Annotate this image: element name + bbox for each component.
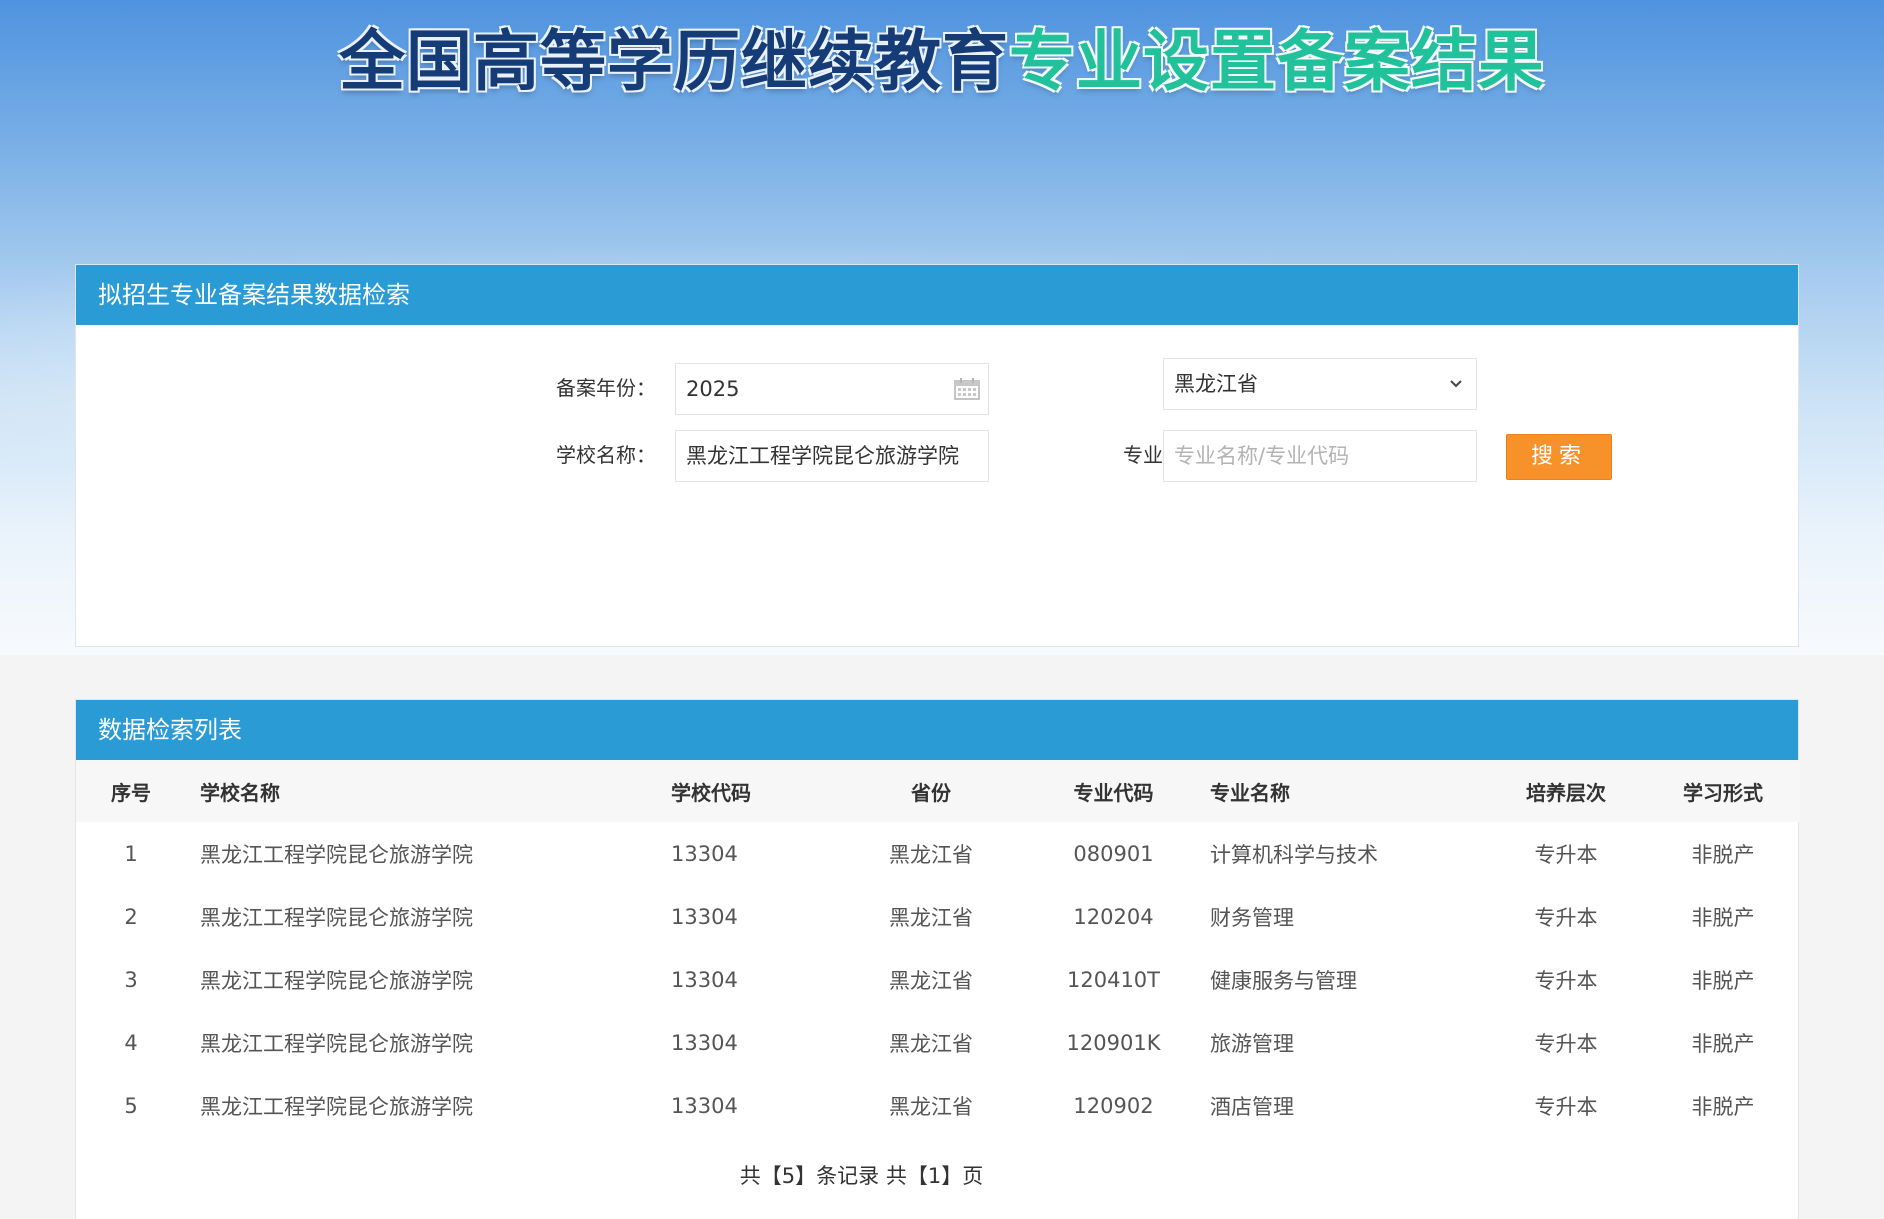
column-header-school-code: 学校代码 bbox=[641, 760, 821, 822]
cell-study-mode: 非脱产 bbox=[1691, 905, 1755, 930]
cell-province: 黑龙江省 bbox=[889, 842, 973, 867]
results-panel-title: 数据检索列表 bbox=[76, 700, 1798, 760]
cell-major-code: 120410T bbox=[1067, 967, 1160, 992]
cell-school: 黑龙江工程学院昆仑旅游学院 bbox=[200, 968, 473, 993]
table-row: 5 黑龙江工程学院昆仑旅游学院 13304 黑龙江省 120902 酒店管理 专… bbox=[76, 1074, 1800, 1137]
cell-major: 财务管理 bbox=[1210, 905, 1294, 930]
cell-index: 1 bbox=[124, 841, 138, 866]
cell-province: 黑龙江省 bbox=[889, 1094, 973, 1119]
page-title-part2: 专业设置备案结果 bbox=[1009, 23, 1545, 100]
cell-level: 专升本 bbox=[1534, 968, 1598, 993]
results-panel: 数据检索列表 序号 学校名称 学校代码 省份 专业代码 专业名称 培养层次 学习… bbox=[75, 699, 1800, 1219]
cell-level: 专升本 bbox=[1534, 905, 1598, 930]
table-header-row: 序号 学校名称 学校代码 省份 专业代码 专业名称 培养层次 学习形式 bbox=[76, 760, 1800, 822]
table-row: 1 黑龙江工程学院昆仑旅游学院 13304 黑龙江省 080901 计算机科学与… bbox=[76, 822, 1800, 885]
search-button[interactable]: 搜索 bbox=[1506, 434, 1612, 480]
column-header-major: 专业名称 bbox=[1186, 760, 1486, 822]
search-panel-title: 拟招生专业备案结果数据检索 bbox=[76, 265, 1798, 325]
year-label: 备案年份： bbox=[556, 376, 656, 400]
cell-study-mode: 非脱产 bbox=[1691, 1031, 1755, 1056]
cell-province: 黑龙江省 bbox=[889, 905, 973, 930]
column-header-study-mode: 学习形式 bbox=[1646, 760, 1800, 822]
cell-major: 旅游管理 bbox=[1210, 1031, 1294, 1056]
year-value: 2025 bbox=[686, 377, 740, 401]
page-title-part1: 全国高等学历继续教育 bbox=[339, 23, 1009, 100]
cell-study-mode: 非脱产 bbox=[1691, 1094, 1755, 1119]
cell-major: 酒店管理 bbox=[1210, 1094, 1294, 1119]
cell-major-code: 120204 bbox=[1073, 904, 1154, 929]
calendar-icon[interactable] bbox=[954, 378, 980, 400]
cell-index: 5 bbox=[124, 1093, 138, 1118]
cell-school: 黑龙江工程学院昆仑旅游学院 bbox=[200, 1094, 473, 1119]
cell-school-code: 13304 bbox=[671, 841, 738, 866]
results-table: 序号 学校名称 学校代码 省份 专业代码 专业名称 培养层次 学习形式 1 黑龙… bbox=[76, 760, 1800, 1137]
cell-major: 健康服务与管理 bbox=[1210, 968, 1357, 993]
column-header-major-code: 专业代码 bbox=[1041, 760, 1186, 822]
search-panel: 拟招生专业备案结果数据检索 备案年份： 2025 省份： 黑龙江省 学校名称： … bbox=[75, 264, 1799, 647]
cell-level: 专升本 bbox=[1534, 842, 1598, 867]
table-row: 3 黑龙江工程学院昆仑旅游学院 13304 黑龙江省 120410T 健康服务与… bbox=[76, 948, 1800, 1011]
cell-major-code: 120902 bbox=[1073, 1093, 1154, 1118]
table-row: 4 黑龙江工程学院昆仑旅游学院 13304 黑龙江省 120901K 旅游管理 … bbox=[76, 1011, 1800, 1074]
column-header-index: 序号 bbox=[76, 760, 186, 822]
page-title: 全国高等学历继续教育专业设置备案结果 bbox=[0, 20, 1884, 104]
cell-study-mode: 非脱产 bbox=[1691, 968, 1755, 993]
major-input[interactable] bbox=[1163, 430, 1477, 482]
column-header-level: 培养层次 bbox=[1486, 760, 1646, 822]
cell-study-mode: 非脱产 bbox=[1691, 842, 1755, 867]
cell-major: 计算机科学与技术 bbox=[1210, 842, 1378, 867]
cell-major-code: 120901K bbox=[1066, 1030, 1161, 1055]
chevron-down-icon bbox=[1450, 380, 1462, 388]
cell-level: 专升本 bbox=[1534, 1031, 1598, 1056]
school-input[interactable]: 黑龙江工程学院昆仑旅游学院 bbox=[675, 430, 989, 482]
cell-province: 黑龙江省 bbox=[889, 968, 973, 993]
school-label: 学校名称： bbox=[556, 443, 656, 467]
cell-index: 4 bbox=[124, 1030, 138, 1055]
cell-index: 3 bbox=[124, 967, 138, 992]
cell-level: 专升本 bbox=[1534, 1094, 1598, 1119]
cell-school-code: 13304 bbox=[671, 1030, 738, 1055]
column-header-province: 省份 bbox=[821, 760, 1041, 822]
province-value: 黑龙江省 bbox=[1174, 372, 1258, 396]
province-select[interactable]: 黑龙江省 bbox=[1163, 358, 1477, 410]
cell-school-code: 13304 bbox=[671, 1093, 738, 1118]
cell-school: 黑龙江工程学院昆仑旅游学院 bbox=[200, 842, 473, 867]
cell-school-code: 13304 bbox=[671, 904, 738, 929]
cell-index: 2 bbox=[124, 904, 138, 929]
cell-school: 黑龙江工程学院昆仑旅游学院 bbox=[200, 1031, 473, 1056]
pagination-summary: 共【5】条记录 共【1】页 bbox=[739, 1164, 984, 1188]
cell-school-code: 13304 bbox=[671, 967, 738, 992]
cell-school: 黑龙江工程学院昆仑旅游学院 bbox=[200, 905, 473, 930]
school-value: 黑龙江工程学院昆仑旅游学院 bbox=[686, 444, 959, 468]
cell-major-code: 080901 bbox=[1073, 841, 1154, 866]
year-field[interactable]: 2025 bbox=[675, 363, 989, 415]
column-header-school: 学校名称 bbox=[186, 760, 641, 822]
table-row: 2 黑龙江工程学院昆仑旅游学院 13304 黑龙江省 120204 财务管理 专… bbox=[76, 885, 1800, 948]
cell-province: 黑龙江省 bbox=[889, 1031, 973, 1056]
